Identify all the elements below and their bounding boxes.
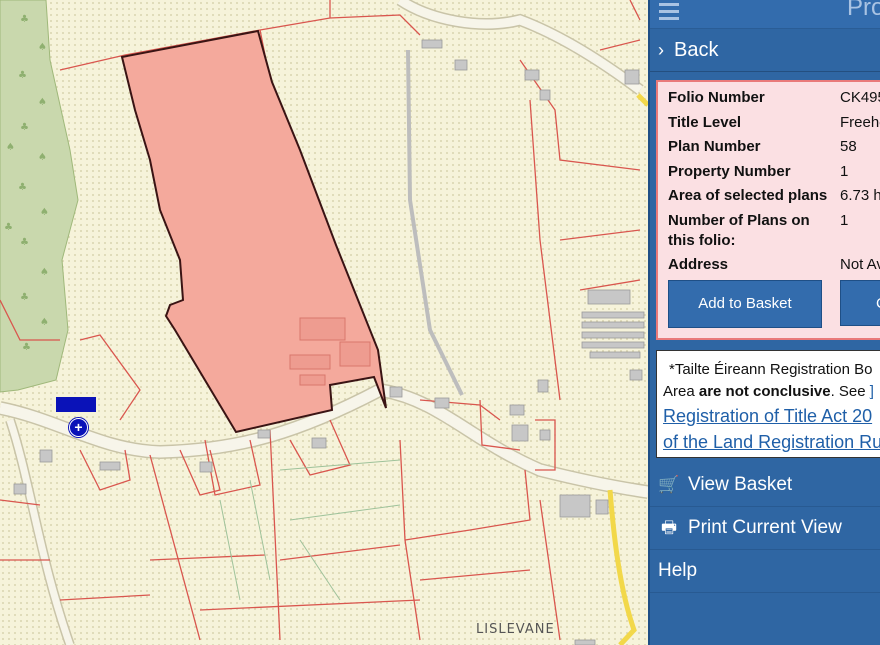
svg-text:♣: ♣ xyxy=(20,14,29,25)
svg-text:♣: ♣ xyxy=(18,70,27,81)
panel-title: Pro xyxy=(847,0,880,21)
menu-item-view-basket[interactable]: 🛒 View Basket xyxy=(650,464,880,507)
info-key: Number of Plans on this folio: xyxy=(668,211,810,249)
chevron-right-icon: › xyxy=(658,40,664,60)
property-info-card: Folio Number CK495 Title Level Freeho Plan N… xyxy=(656,80,880,340)
svg-text:♣: ♣ xyxy=(22,342,31,353)
map-layer: ♣ ♠ ♣ ♠ ♣ ♠ ♣ ♠ ♣ ♠ ♣ ♠ ♣ ♠ ♣ xyxy=(0,0,648,645)
info-key: Property Number xyxy=(668,162,791,180)
info-key: Address xyxy=(668,256,729,273)
registration-act-link[interactable]: Registration of Title Act 20 xyxy=(663,403,880,429)
svg-text:♠: ♠ xyxy=(40,317,49,328)
svg-text:♣: ♣ xyxy=(18,182,27,193)
info-row: Title Level Freeho xyxy=(668,113,880,133)
svg-text:♠: ♠ xyxy=(6,142,15,153)
info-value: Freeho xyxy=(840,113,880,131)
panel-menu: 🛒 View Basket 🖶 Print Current View Help xyxy=(650,464,880,593)
marker-label-box xyxy=(56,397,96,412)
info-row: Address Not Av xyxy=(668,255,880,275)
svg-text:♣: ♣ xyxy=(4,222,13,233)
info-row: Folio Number CK495 xyxy=(668,88,880,108)
svg-text:♠: ♠ xyxy=(38,42,47,53)
track xyxy=(406,49,464,396)
notice-line-2: Area are not conclusive. See ] xyxy=(663,382,874,400)
menu-item-label: Print Current View xyxy=(688,516,842,538)
info-row: Number of Plans on this folio: 1 xyxy=(668,211,880,251)
selected-parcel xyxy=(120,29,387,434)
field-lines xyxy=(219,459,401,601)
info-key: Area of selected plans xyxy=(668,187,828,204)
crosshair-marker-icon[interactable]: + xyxy=(69,418,88,437)
svg-text:♣: ♣ xyxy=(20,122,29,133)
back-button[interactable]: › Back xyxy=(650,28,880,72)
map-canvas[interactable]: ♣ ♠ ♣ ♠ ♣ ♠ ♣ ♠ ♣ ♠ ♣ ♠ ♣ ♠ ♣ + LISLEVAN… xyxy=(0,0,648,645)
info-value: Not Av xyxy=(840,256,880,273)
back-label: Back xyxy=(674,39,719,61)
svg-text:♠: ♠ xyxy=(40,207,49,218)
secondary-button[interactable]: C xyxy=(840,279,880,326)
svg-text:♠: ♠ xyxy=(38,152,47,163)
menu-item-label: Help xyxy=(658,559,698,581)
panel-header: Pro xyxy=(650,0,880,28)
side-panel: Pro › Back Folio Number CK495 Title Level Fr… xyxy=(648,0,880,645)
svg-text:♠: ♠ xyxy=(40,267,49,278)
info-value: 6.73 he xyxy=(840,187,880,204)
svg-text:♠: ♠ xyxy=(38,97,47,108)
info-value: 1 xyxy=(840,211,849,229)
info-row: Area of selected plans 6.73 he xyxy=(668,186,880,206)
svg-text:♣: ♣ xyxy=(20,237,29,248)
info-value: 58 xyxy=(840,138,857,155)
printer-icon: 🖶 xyxy=(660,517,678,537)
disclaimer-notice: *Tailte Éireann Registration Bo Area are… xyxy=(656,349,880,458)
cart-icon: 🛒 xyxy=(658,474,680,494)
menu-icon[interactable] xyxy=(659,3,679,24)
info-value: 1 xyxy=(840,162,849,180)
forest-area xyxy=(0,0,79,393)
yellow-road xyxy=(607,489,637,645)
info-row: Plan Number 58 xyxy=(668,137,880,157)
info-key: Folio Number xyxy=(668,89,765,106)
notice-line-1: *Tailte Éireann Registration Bo xyxy=(669,360,873,378)
info-key: Plan Number xyxy=(668,138,761,155)
menu-item-print-current-view[interactable]: 🖶 Print Current View xyxy=(650,507,880,550)
place-label: LISLEVANE xyxy=(474,622,557,637)
land-registration-rules-link[interactable]: of the Land Registration Ru xyxy=(663,429,880,455)
info-key: Title Level xyxy=(668,113,742,131)
menu-item-help[interactable]: Help xyxy=(650,550,880,593)
menu-item-label: View Basket xyxy=(688,473,793,495)
svg-text:♣: ♣ xyxy=(20,292,29,303)
add-to-basket-button[interactable]: Add to Basket xyxy=(668,279,822,328)
info-value: CK495 xyxy=(840,89,880,106)
info-row: Property Number 1 xyxy=(668,162,880,182)
